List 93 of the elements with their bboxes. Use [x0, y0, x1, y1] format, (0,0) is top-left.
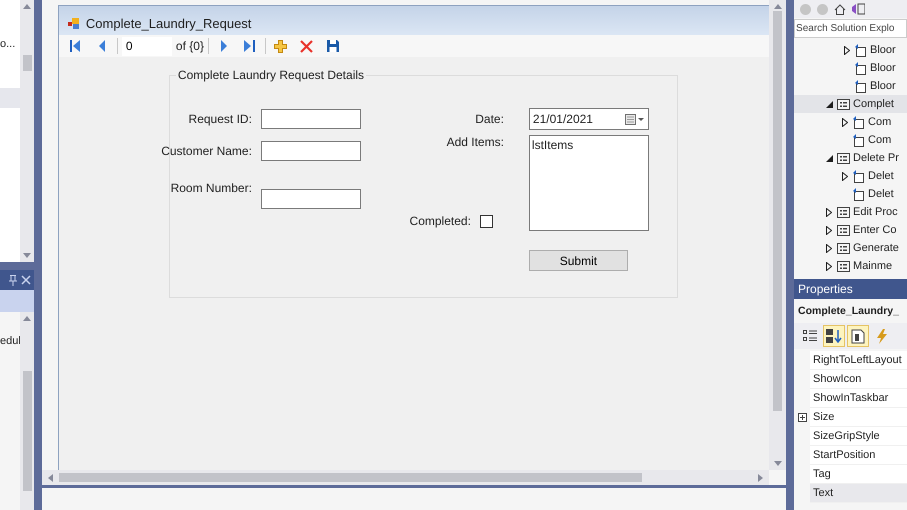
- field-label: Date:: [475, 112, 504, 126]
- panel-title: Properties: [794, 279, 907, 299]
- property-pages-icon: [851, 328, 866, 344]
- scrollbar-thumb[interactable]: [58, 473, 642, 482]
- form-file-icon: [837, 98, 850, 110]
- checkbox[interactable]: [480, 214, 493, 228]
- field-label: Completed:: [410, 214, 471, 228]
- scroll-down-icon[interactable]: [23, 253, 31, 258]
- next-icon: [220, 40, 227, 52]
- search-field[interactable]: Search Solution Explo: [794, 19, 907, 38]
- item-label: o...: [0, 38, 16, 50]
- tree-item[interactable]: Delete Pr: [794, 149, 907, 167]
- expanded-icon[interactable]: [826, 100, 833, 108]
- field-label: Add Items:: [446, 135, 504, 149]
- list-item: lstItems: [532, 138, 574, 152]
- tree-item[interactable]: Com: [794, 131, 907, 149]
- form-file-icon: [837, 260, 850, 272]
- date-picker[interactable]: 21/01/2021: [528, 108, 649, 130]
- property-row[interactable]: SizeGripStyle: [794, 427, 907, 446]
- pin-icon[interactable]: [9, 274, 17, 286]
- close-icon[interactable]: [21, 275, 31, 285]
- tree-item[interactable]: Mainme: [794, 257, 907, 275]
- last-record-icon: [244, 40, 256, 52]
- tree-item[interactable]: Enter Co: [794, 221, 907, 239]
- scroll-left-icon[interactable]: [48, 474, 53, 482]
- solution-icon[interactable]: [852, 3, 866, 15]
- property-row[interactable]: RightToLeftLayout: [794, 351, 907, 370]
- lightning-icon: [877, 328, 888, 344]
- file-icon: [853, 116, 866, 128]
- file-icon: [855, 44, 868, 56]
- tree-item[interactable]: Bloor: [794, 59, 907, 77]
- calendar-icon: [624, 114, 645, 124]
- list-box[interactable]: lstItems: [528, 135, 649, 231]
- text-field[interactable]: [260, 109, 361, 129]
- scrollbar-thumb[interactable]: [22, 55, 32, 71]
- expand-icon[interactable]: [798, 412, 807, 422]
- field-label: Customer Name:: [161, 144, 252, 158]
- toolbar-button[interactable]: [823, 325, 846, 347]
- save-icon: [326, 40, 339, 52]
- tree-item[interactable]: Bloor: [794, 77, 907, 95]
- plus-icon: [274, 40, 288, 52]
- item-label: edul: [0, 335, 20, 347]
- field-label: Room Number:: [170, 181, 252, 195]
- property-row[interactable]: StartPosition: [794, 446, 907, 465]
- selected-row: [0, 290, 34, 312]
- submit-button[interactable]: Submit: [528, 250, 628, 271]
- file-icon: [853, 188, 866, 200]
- property-row[interactable]: Size: [794, 408, 907, 427]
- file-icon: [853, 134, 866, 146]
- scroll-up-icon[interactable]: [23, 4, 31, 9]
- toolbar-button[interactable]: [847, 325, 870, 347]
- group-title: Complete Laundry Request Details: [176, 68, 366, 82]
- first-record-icon: [70, 40, 82, 52]
- tree-item[interactable]: Delet: [794, 167, 907, 185]
- scroll-down-icon[interactable]: [774, 461, 782, 466]
- form-file-icon: [837, 152, 850, 164]
- record-count: of {0}: [176, 39, 204, 53]
- tree-item[interactable]: Delet: [794, 185, 907, 203]
- tree-item[interactable]: Complet: [794, 95, 907, 113]
- scrollbar-thumb[interactable]: [773, 11, 782, 411]
- form-icon: [68, 18, 80, 29]
- previous-icon: [98, 40, 105, 52]
- scroll-up-icon[interactable]: [23, 316, 31, 321]
- scrollbar-thumb[interactable]: [22, 371, 32, 491]
- tree-item[interactable]: Bloor: [794, 41, 907, 59]
- tree-item[interactable]: Com: [794, 113, 907, 131]
- property-row[interactable]: ShowIcon: [794, 370, 907, 389]
- file-icon: [853, 170, 866, 182]
- delete-icon: [300, 40, 314, 52]
- collapsed-icon[interactable]: [842, 172, 848, 180]
- property-row[interactable]: ShowInTaskbar: [794, 389, 907, 408]
- tree-item[interactable]: Generate: [794, 239, 907, 257]
- collapsed-icon[interactable]: [844, 46, 850, 54]
- property-row[interactable]: Tag: [794, 465, 907, 484]
- file-icon: [855, 80, 868, 92]
- scroll-right-icon[interactable]: [758, 474, 764, 482]
- form-file-icon: [837, 206, 850, 218]
- text-field[interactable]: [260, 141, 361, 161]
- text-field[interactable]: [260, 189, 361, 209]
- tree-item[interactable]: Edit Proc: [794, 203, 907, 221]
- scroll-up-icon[interactable]: [774, 4, 782, 9]
- file-icon: [855, 62, 868, 74]
- home-icon[interactable]: [834, 4, 846, 14]
- field-label: Request ID:: [188, 112, 252, 126]
- position-field[interactable]: 0: [122, 36, 172, 56]
- expanded-icon[interactable]: [826, 154, 833, 162]
- form-file-icon: [837, 224, 850, 236]
- window-title: Complete_Laundry_Request: [86, 16, 252, 31]
- collapsed-icon[interactable]: [842, 118, 848, 126]
- form-file-icon: [837, 242, 850, 254]
- categorized-icon: [803, 330, 818, 342]
- property-row[interactable]: Text: [794, 484, 907, 503]
- sort-alphabetical-icon: [826, 329, 842, 343]
